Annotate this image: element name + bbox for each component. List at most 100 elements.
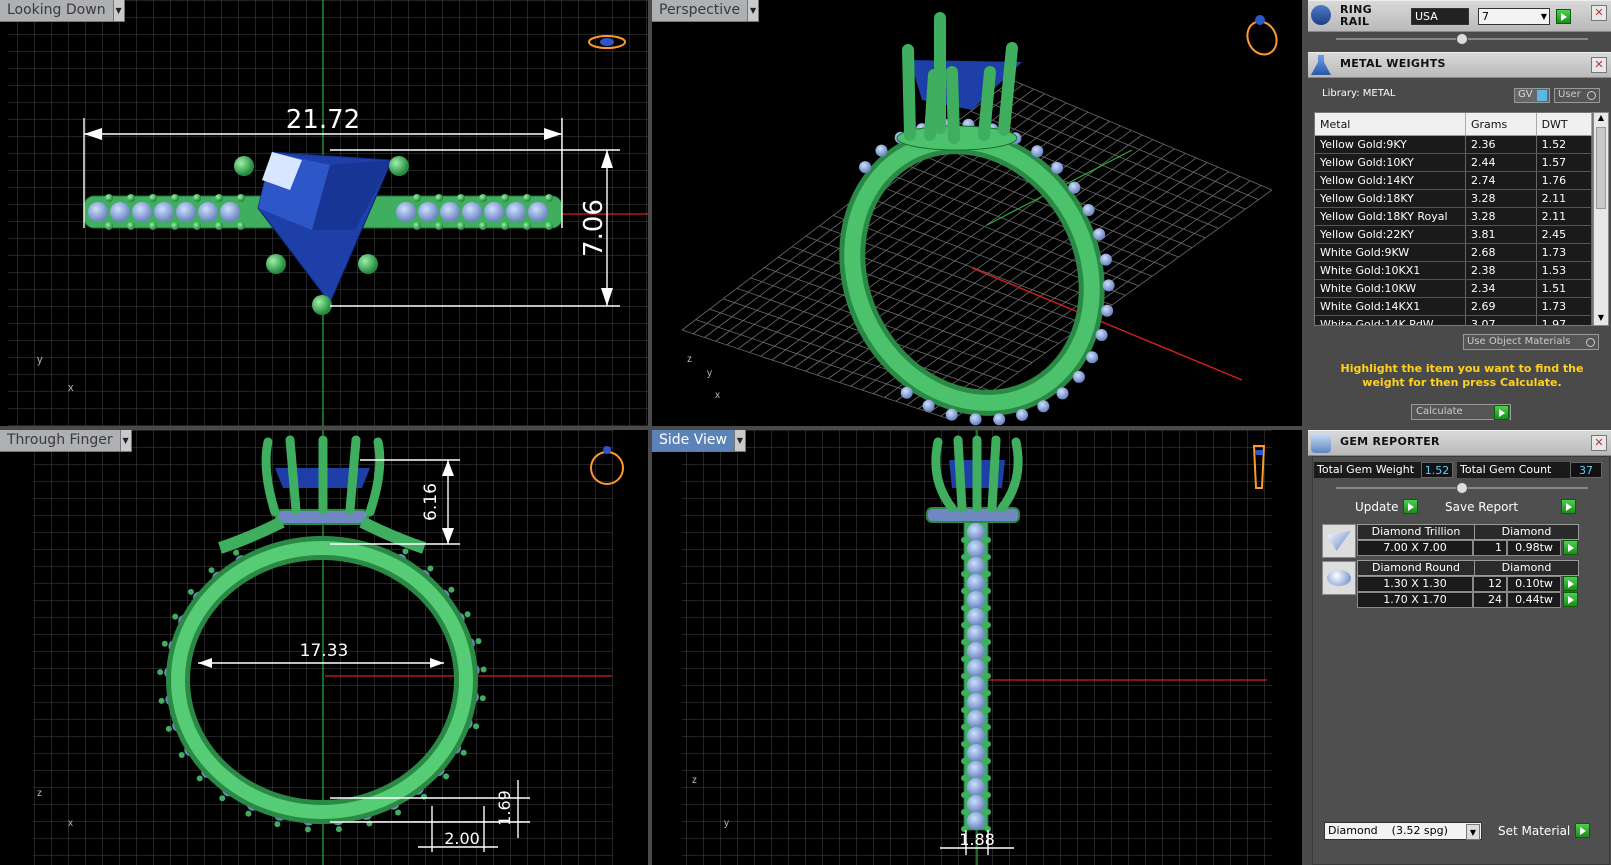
save-report-button[interactable]: Save Report bbox=[1445, 499, 1577, 514]
melee-stone bbox=[967, 574, 985, 592]
gem-thumb-trillion[interactable] bbox=[1322, 524, 1356, 558]
bead-prong bbox=[413, 222, 421, 230]
column-header-dwt[interactable]: DWT bbox=[1536, 113, 1592, 136]
bead-prong bbox=[961, 656, 967, 662]
metal-weights-table[interactable]: Metal Grams DWT Yellow Gold:9KY 2.36 1.52 Y… bbox=[1314, 112, 1593, 326]
close-icon[interactable]: ✕ bbox=[1591, 57, 1607, 73]
chevron-down-icon[interactable]: ▼ bbox=[734, 430, 746, 452]
viewport-looking-down[interactable]: 21.72 7.06 y x Looking Down ▼ bbox=[0, 0, 648, 426]
table-row[interactable]: Yellow Gold:18KY 3.28 2.11 bbox=[1315, 189, 1592, 208]
bead-prong bbox=[479, 695, 486, 702]
table-row[interactable]: Yellow Gold:9KY 2.36 1.52 bbox=[1315, 135, 1592, 154]
table-row[interactable]: Yellow Gold:22KY 3.81 2.45 bbox=[1315, 225, 1592, 244]
grid-line bbox=[873, 157, 1197, 395]
table-row[interactable]: Yellow Gold:18KY Royal 3.28 2.11 bbox=[1315, 207, 1592, 226]
play-icon bbox=[1561, 499, 1577, 514]
gem-size-row[interactable]: 1.30 X 1.30 12 0.10tw bbox=[1357, 576, 1597, 592]
grams-cell: 3.07 bbox=[1465, 315, 1537, 325]
ring-rail-slider[interactable] bbox=[1336, 33, 1588, 45]
slider-handle[interactable] bbox=[1456, 482, 1468, 494]
gem-size-row[interactable]: 7.00 X 7.00 1 0.98tw bbox=[1357, 540, 1597, 556]
scroll-thumb[interactable] bbox=[1596, 127, 1606, 209]
melee-stone bbox=[945, 408, 958, 421]
bead-prong bbox=[413, 194, 421, 202]
bead-prong bbox=[460, 749, 467, 756]
melee-stone bbox=[1101, 304, 1114, 317]
dim-width: 21.72 bbox=[286, 105, 360, 135]
ring-size-select[interactable]: 7 ▼ bbox=[1478, 8, 1550, 25]
grams-cell: 2.74 bbox=[1465, 171, 1537, 190]
slider-handle[interactable] bbox=[1456, 33, 1468, 45]
grams-cell: 2.38 bbox=[1465, 261, 1537, 280]
ring-size-go-button[interactable] bbox=[1556, 9, 1571, 24]
bead-prong bbox=[961, 741, 967, 747]
table-row[interactable]: Yellow Gold:10KY 2.44 1.57 bbox=[1315, 153, 1592, 172]
report-icon bbox=[1311, 433, 1331, 453]
bead-prong bbox=[961, 724, 967, 730]
melee-stone bbox=[506, 202, 526, 222]
dwt-cell: 1.52 bbox=[1536, 135, 1592, 154]
gem-size-row[interactable]: 1.70 X 1.70 24 0.44tw bbox=[1357, 592, 1597, 608]
bead-prong bbox=[215, 194, 223, 202]
use-object-materials-toggle[interactable]: Use Object Materials bbox=[1463, 334, 1599, 350]
metal-weights-scrollbar[interactable]: ▲ ▼ bbox=[1593, 112, 1609, 326]
scroll-up-icon[interactable]: ▲ bbox=[1594, 113, 1608, 125]
table-row[interactable]: White Gold:9KW 2.68 1.73 bbox=[1315, 243, 1592, 262]
close-icon[interactable]: ✕ bbox=[1591, 435, 1607, 451]
viewport-side-view[interactable]: 1.88 z y Side View ▼ bbox=[652, 430, 1302, 865]
chevron-down-icon[interactable]: ▼ bbox=[120, 430, 132, 452]
table-row[interactable]: White Gold:14K PdW 3.07 1.97 bbox=[1315, 315, 1592, 325]
dwt-cell: 1.57 bbox=[1536, 153, 1592, 172]
play-icon[interactable] bbox=[1563, 592, 1578, 607]
column-header-grams[interactable]: Grams bbox=[1465, 113, 1537, 136]
bead-prong bbox=[457, 194, 465, 202]
country-select[interactable]: USA bbox=[1411, 8, 1469, 25]
axis-z-label: z bbox=[692, 775, 697, 786]
gem-group-header[interactable]: Diamond Round Diamond bbox=[1357, 560, 1579, 576]
set-material-button[interactable]: Set Material bbox=[1498, 823, 1591, 838]
bead-prong bbox=[193, 194, 201, 202]
viewport-tab-through-finger[interactable]: Through Finger ▼ bbox=[0, 430, 132, 452]
gem-thumb-round[interactable] bbox=[1322, 561, 1356, 595]
calculate-button[interactable]: Calculate bbox=[1411, 404, 1511, 420]
table-row[interactable]: Yellow Gold:14KY 2.74 1.76 bbox=[1315, 171, 1592, 190]
viewport-perspective[interactable]: z y x Perspective ▼ bbox=[652, 0, 1302, 426]
bead-prong bbox=[479, 194, 487, 202]
chevron-down-icon[interactable]: ▼ bbox=[748, 0, 760, 22]
round-gem-icon bbox=[1327, 570, 1351, 586]
bead-prong bbox=[127, 222, 135, 230]
viewport-tab-perspective[interactable]: Perspective ▼ bbox=[652, 0, 760, 22]
viewport-tab-side-view[interactable]: Side View ▼ bbox=[652, 430, 746, 452]
melee-stone bbox=[440, 202, 460, 222]
viewport-through-finger[interactable]: 6.16 17.33 1.69 2.00 z x Through Finger … bbox=[0, 430, 648, 865]
melee-stone bbox=[993, 413, 1006, 426]
bead-prong bbox=[171, 222, 179, 230]
melee-stone bbox=[967, 693, 985, 711]
gem-group-header[interactable]: Diamond Trillion Diamond bbox=[1357, 524, 1579, 540]
play-icon[interactable] bbox=[1563, 540, 1578, 555]
play-icon[interactable] bbox=[1563, 576, 1578, 591]
table-row[interactable]: White Gold:10KW 2.34 1.51 bbox=[1315, 279, 1592, 298]
gem-reporter-slider[interactable] bbox=[1336, 482, 1588, 494]
bead-prong bbox=[961, 673, 967, 679]
metal-name-cell: Yellow Gold:10KY bbox=[1315, 153, 1466, 172]
ring-rail-title: RING RAIL bbox=[1340, 3, 1372, 28]
viewport-tab-looking-down[interactable]: Looking Down ▼ bbox=[0, 0, 125, 22]
chevron-down-icon[interactable]: ▼ bbox=[113, 0, 125, 22]
scroll-down-icon[interactable]: ▼ bbox=[1594, 313, 1608, 325]
column-header-metal[interactable]: Metal bbox=[1315, 113, 1466, 136]
axis-x-label: x bbox=[68, 818, 73, 829]
melee-stone bbox=[859, 161, 872, 174]
dim-inner-diameter: 17.33 bbox=[300, 641, 349, 661]
table-row[interactable]: White Gold:14KX1 2.69 1.73 bbox=[1315, 297, 1592, 316]
bead-prong bbox=[149, 194, 157, 202]
close-icon[interactable]: ✕ bbox=[1591, 5, 1607, 21]
material-select[interactable]: Diamond (3.52 spg) ▼ bbox=[1324, 822, 1482, 840]
bead-prong bbox=[961, 809, 967, 815]
gv-toggle[interactable]: GV bbox=[1514, 88, 1550, 103]
through-finger-scene: 6.16 17.33 1.69 2.00 z x bbox=[33, 430, 624, 865]
table-row[interactable]: White Gold:10KX1 2.38 1.53 bbox=[1315, 261, 1592, 280]
user-toggle[interactable]: User bbox=[1554, 88, 1600, 103]
calculate-label: Calculate bbox=[1416, 406, 1463, 417]
update-button[interactable]: Update bbox=[1355, 499, 1419, 514]
